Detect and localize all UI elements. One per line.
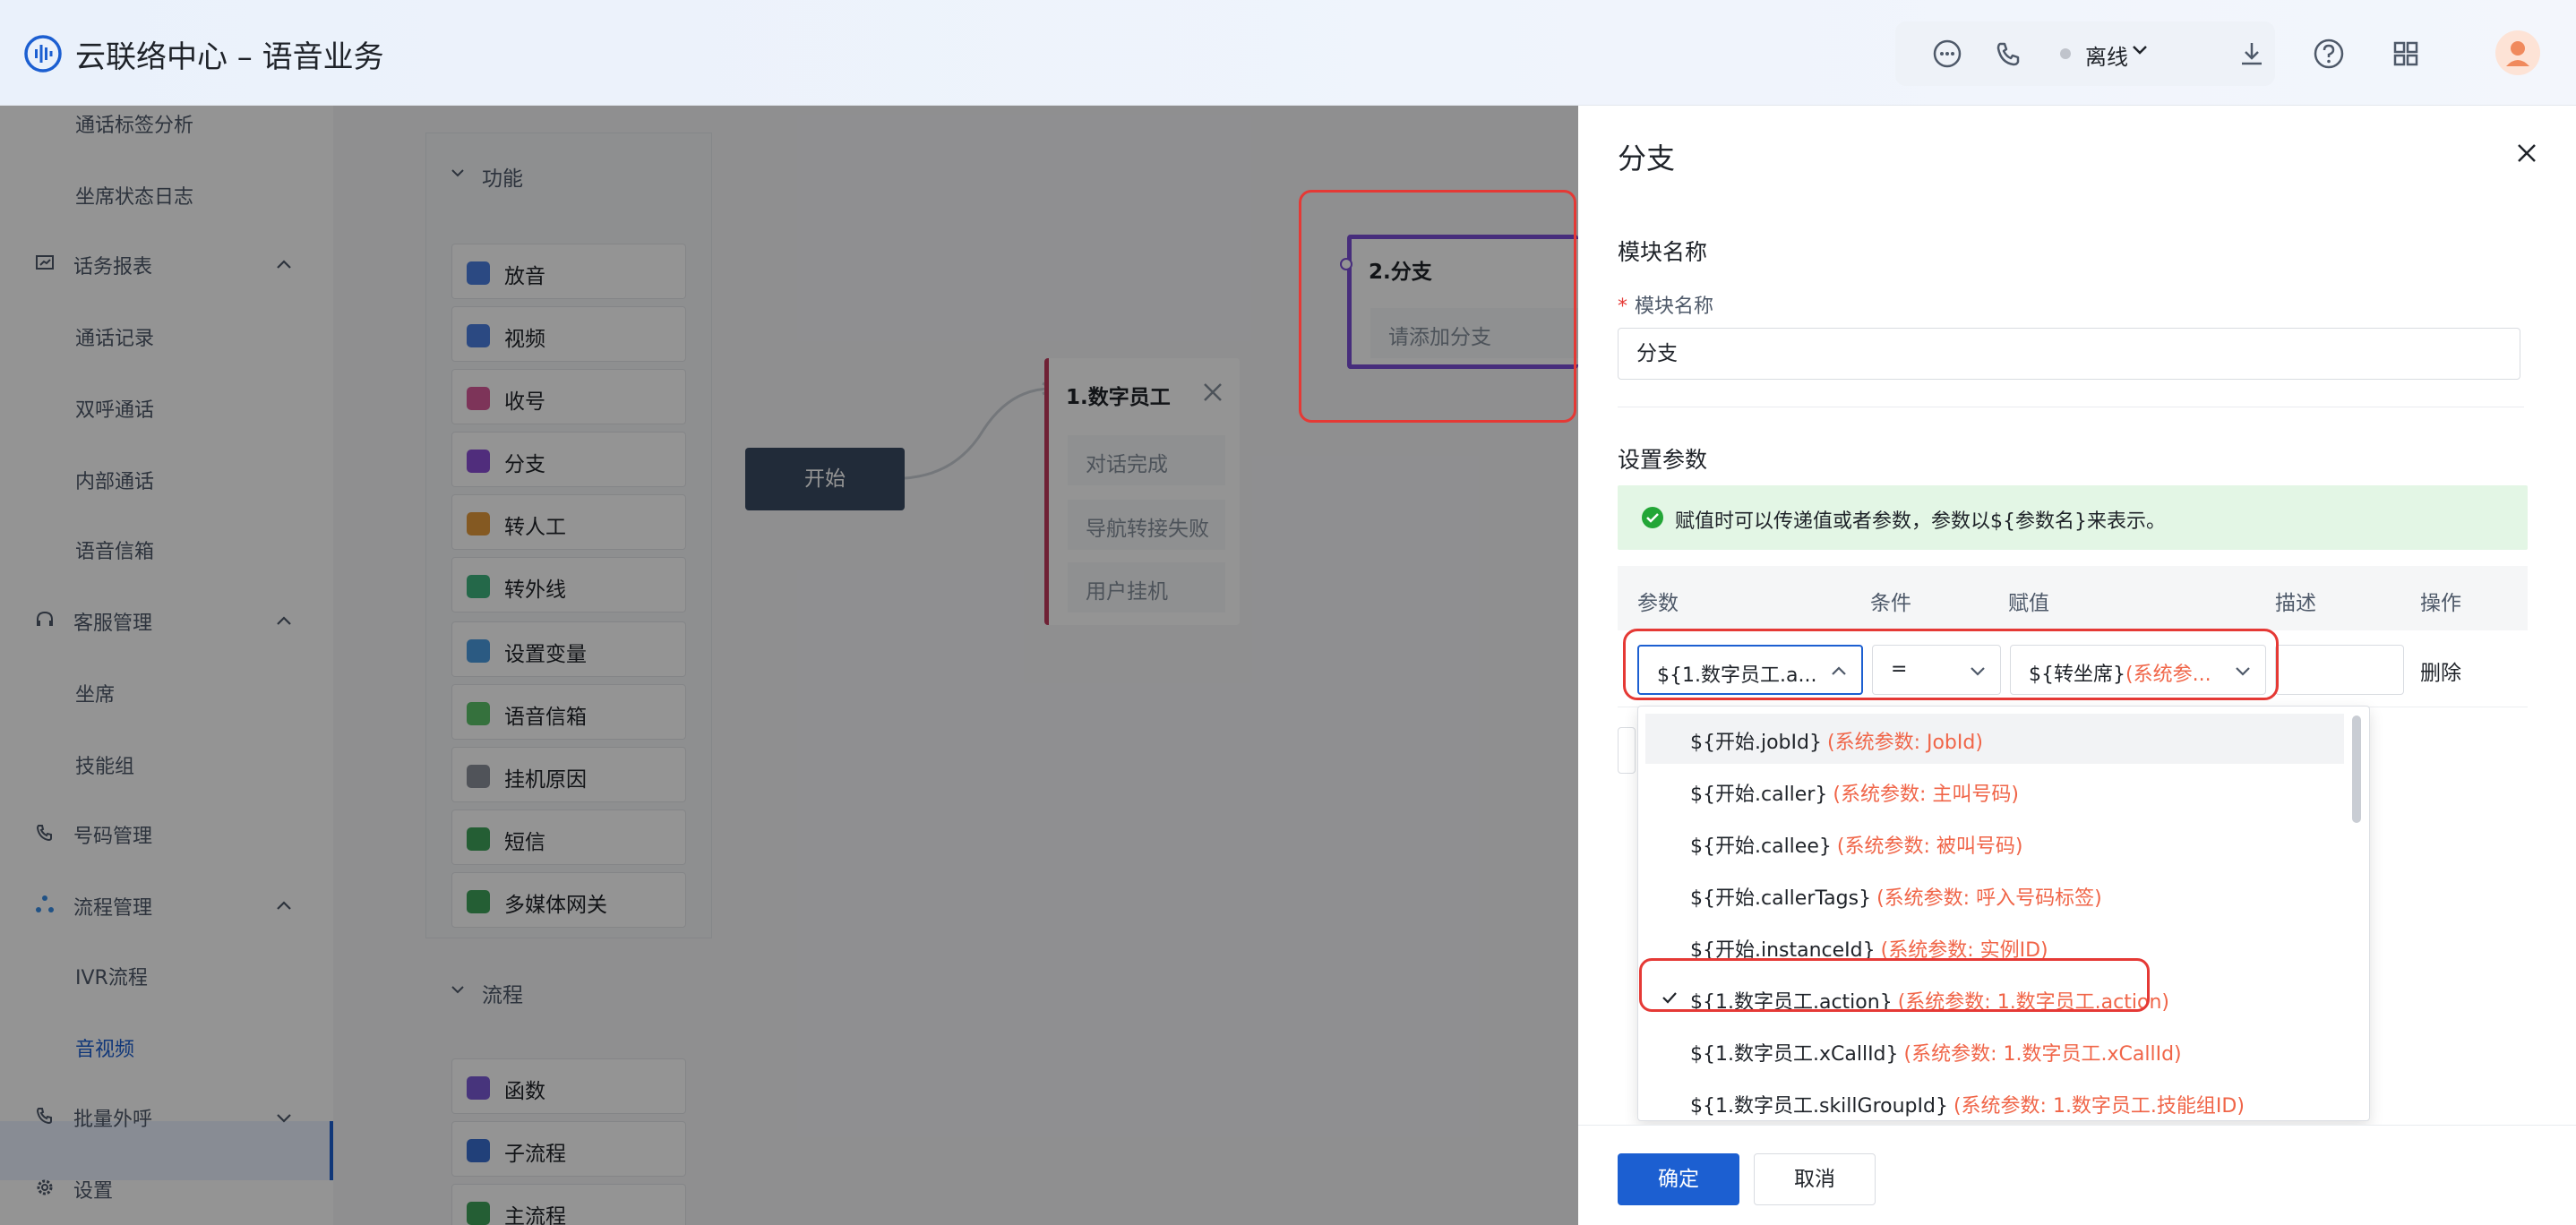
dropdown-option[interactable]: ${开始.callee} (系统参数: 被叫号码) bbox=[1645, 818, 2344, 868]
option-hint: (系统参数: 呼入号码标签) bbox=[1876, 887, 2102, 910]
option-value: ${开始.callerTags} bbox=[1690, 887, 1872, 910]
column-header: 参数 bbox=[1637, 592, 1679, 615]
add-row-button[interactable] bbox=[1618, 727, 1636, 774]
info-alert: 赋值时可以传递值或者参数，参数以${参数名}来表示。 bbox=[1618, 485, 2528, 550]
alert-text: 赋值时可以传递值或者参数，参数以${参数名}来表示。 bbox=[1675, 510, 2166, 533]
help-icon[interactable] bbox=[2311, 36, 2347, 72]
column-header: 条件 bbox=[1870, 592, 1911, 615]
close-icon[interactable] bbox=[2513, 140, 2540, 167]
option-text: ${1.数字员工.xCallId} (系统参数: 1.数字员工.xCallId) bbox=[1690, 1038, 2182, 1067]
check-circle-icon bbox=[1642, 507, 1663, 528]
params-table-header: 参数 条件 赋值 描述 操作 bbox=[1618, 566, 2528, 630]
description-input[interactable] bbox=[2275, 645, 2404, 695]
module-name-input[interactable]: 分支 bbox=[1618, 328, 2520, 380]
option-hint: (系统参数: 被叫号码) bbox=[1836, 835, 2023, 858]
column-header: 描述 bbox=[2275, 592, 2316, 615]
option-hint: (系统参数: JobId) bbox=[1826, 732, 1983, 754]
user-avatar-icon bbox=[2506, 41, 2529, 66]
app-logo-icon bbox=[24, 35, 62, 73]
app-title: 云联络中心 – 语音业务 bbox=[75, 39, 384, 75]
option-text: ${开始.jobId} (系统参数: JobId) bbox=[1690, 726, 1983, 755]
field-label: 模块名称 bbox=[1635, 296, 1714, 318]
option-text: ${开始.caller} (系统参数: 主叫号码) bbox=[1690, 778, 2019, 807]
chevron-down-icon[interactable] bbox=[2128, 38, 2151, 61]
chat-bubble-icon[interactable] bbox=[1929, 36, 1965, 72]
dropdown-option[interactable]: ${1.数字员工.skillGroupId} (系统参数: 1.数字员工.技能组I… bbox=[1645, 1077, 2344, 1120]
option-hint: (系统参数: 1.数字员工.技能组ID) bbox=[1953, 1095, 2245, 1118]
phone-icon[interactable] bbox=[1990, 36, 2026, 72]
option-text: ${开始.callerTags} (系统参数: 呼入号码标签) bbox=[1690, 882, 2102, 911]
option-hint: (系统参数: 主叫号码) bbox=[1833, 784, 2019, 806]
dropdown-option[interactable]: ${1.数字员工.xCallId} (系统参数: 1.数字员工.xCallId) bbox=[1645, 1025, 2344, 1075]
option-hint: (系统参数: 1.数字员工.xCallId) bbox=[1903, 1043, 2182, 1066]
highlight-box bbox=[1623, 629, 2279, 700]
param-dropdown: ${开始.jobId} (系统参数: JobId) ${开始.caller} (系统参… bbox=[1637, 706, 2370, 1121]
column-header: 操作 bbox=[2420, 592, 2461, 615]
delete-link[interactable]: 删除 bbox=[2420, 655, 2461, 686]
drawer-title: 分支 bbox=[1618, 141, 1676, 176]
highlight-box bbox=[1299, 190, 1576, 423]
params-section: 设置参数 bbox=[1618, 447, 1708, 473]
module-name-label: * 模块名称 bbox=[1618, 296, 1714, 318]
dropdown-option[interactable]: ${开始.caller} (系统参数: 主叫号码) bbox=[1645, 766, 2344, 816]
option-value: ${开始.jobId} bbox=[1690, 732, 1822, 754]
option-value: ${1.数字员工.xCallId} bbox=[1690, 1043, 1899, 1066]
dropdown-option[interactable]: ${开始.callerTags} (系统参数: 呼入号码标签) bbox=[1645, 869, 2344, 920]
avatar[interactable] bbox=[2495, 30, 2540, 75]
apps-grid-icon[interactable] bbox=[2388, 36, 2424, 72]
download-icon[interactable] bbox=[2234, 36, 2270, 72]
highlight-box bbox=[1639, 958, 2150, 1012]
confirm-button[interactable]: 确定 bbox=[1618, 1153, 1739, 1205]
option-text: ${开始.callee} (系统参数: 被叫号码) bbox=[1690, 830, 2022, 859]
dropdown-option[interactable]: ${开始.jobId} (系统参数: JobId) bbox=[1645, 714, 2344, 764]
status-indicator bbox=[2060, 48, 2071, 59]
column-header: 赋值 bbox=[2008, 592, 2049, 615]
module-name-section: 模块名称 bbox=[1618, 239, 1708, 265]
agent-status-select[interactable]: 离线 bbox=[2085, 39, 2128, 71]
option-value: ${1.数字员工.skillGroupId} bbox=[1690, 1095, 1948, 1118]
top-header: 云联络中心 – 语音业务 离线 bbox=[0, 0, 2576, 106]
cancel-button[interactable]: 取消 bbox=[1754, 1153, 1876, 1205]
option-value: ${开始.caller} bbox=[1690, 784, 1828, 806]
option-text: ${1.数字员工.skillGroupId} (系统参数: 1.数字员工.技能组I… bbox=[1690, 1090, 2245, 1118]
option-value: ${开始.callee} bbox=[1690, 835, 1832, 858]
scrollbar-thumb[interactable] bbox=[2352, 715, 2361, 823]
